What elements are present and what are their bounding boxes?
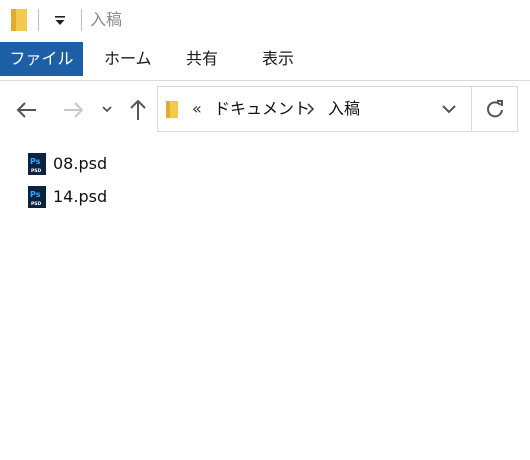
refresh-icon[interactable] (484, 98, 506, 120)
tab-file[interactable]: ファイル (0, 42, 83, 76)
file-name: 14.psd (53, 187, 108, 206)
folder-icon[interactable] (10, 8, 28, 32)
file-item[interactable]: Ps PSD 08.psd (28, 151, 228, 177)
tab-share[interactable]: 共有 (186, 40, 218, 76)
tab-home[interactable]: ホーム (104, 40, 152, 76)
address-history-chevron-down-icon[interactable] (440, 100, 458, 118)
forward-button[interactable] (60, 97, 86, 123)
breadcrumb-current[interactable]: 入稿 (328, 97, 360, 121)
svg-text:PSD: PSD (31, 168, 42, 174)
ribbon-tabs: ファイル ホーム 共有 表示 (0, 40, 530, 81)
address-bar[interactable]: « ドキュメント 入稿 (157, 86, 518, 132)
toolbar-separator (38, 9, 39, 31)
customize-dropdown-icon[interactable] (52, 10, 68, 30)
divider (471, 87, 472, 131)
svg-text:Ps: Ps (30, 190, 41, 199)
breadcrumb-overflow[interactable]: « (192, 97, 202, 121)
toolbar-separator (81, 9, 82, 31)
chevron-right-icon[interactable] (305, 103, 315, 115)
window-title: 入稿 (90, 10, 123, 29)
file-name: 08.psd (53, 154, 108, 173)
up-button[interactable] (126, 97, 150, 123)
recent-locations-chevron-down-icon[interactable] (100, 102, 114, 116)
tab-view[interactable]: 表示 (262, 40, 294, 76)
breadcrumb-documents[interactable]: ドキュメント (214, 97, 310, 121)
file-item[interactable]: Ps PSD 14.psd (28, 184, 228, 210)
photoshop-file-icon: Ps PSD (28, 153, 46, 175)
svg-text:PSD: PSD (31, 201, 42, 207)
title-bar: 入稿 (0, 0, 530, 40)
svg-text:Ps: Ps (30, 157, 41, 166)
back-button[interactable] (14, 97, 40, 123)
photoshop-file-icon: Ps PSD (28, 186, 46, 208)
folder-icon (166, 101, 178, 118)
